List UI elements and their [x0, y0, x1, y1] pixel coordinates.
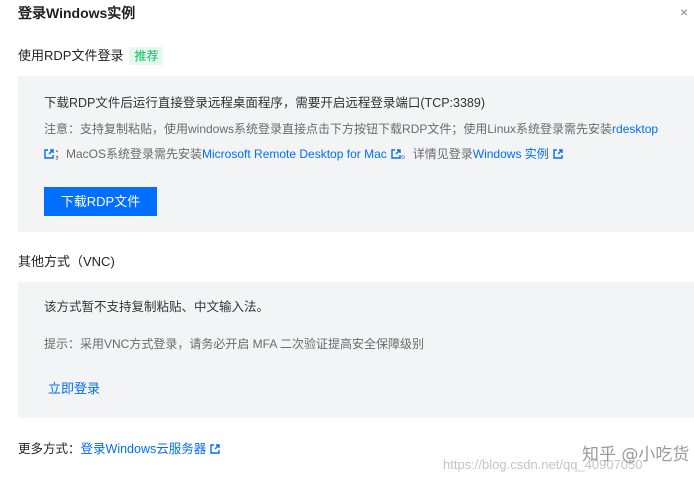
dialog-title: 登录Windows实例 [18, 5, 136, 21]
more-ways-label: 更多方式： [18, 442, 81, 456]
vnc-login-link[interactable]: 立即登录 [48, 380, 100, 398]
rdp-note-mac-prefix: ；MacOS系统登录需先安装 [54, 147, 203, 161]
rdp-note-prefix: 注意：支持复制粘贴，使用windows系统登录直接点击下方按钮下载RDP文件；使… [44, 122, 613, 136]
windows-instance-link[interactable]: Windows 实例 [473, 147, 549, 161]
microsoft-remote-desktop-link[interactable]: Microsoft Remote Desktop for Mac [202, 147, 387, 161]
rdp-note-line-1: 注意：支持复制粘贴，使用windows系统登录直接点击下方按钮下载RDP文件；使… [44, 120, 658, 138]
vnc-description: 该方式暂不支持复制粘贴、中文输入法。 [44, 300, 270, 314]
external-link-icon[interactable] [553, 149, 563, 159]
recommended-badge: 推荐 [129, 47, 164, 65]
close-icon[interactable]: × [680, 2, 694, 22]
rdp-panel: 下载RDP文件后运行直接登录远程桌面程序，需要开启远程登录端口(TCP:3389… [18, 76, 694, 232]
rdp-description: 下载RDP文件后运行直接登录远程桌面程序，需要开启远程登录端口(TCP:3389… [44, 96, 485, 110]
download-rdp-button[interactable]: 下载RDP文件 [44, 187, 157, 216]
rdp-note-detail-prefix: 。详情见登录 [400, 147, 473, 161]
rdp-section-label: 使用RDP文件登录 [18, 48, 124, 63]
login-windows-dialog: 登录Windows实例 × 使用RDP文件登录 推荐 下载RDP文件后运行直接登录… [0, 0, 694, 483]
watermark-zhihu: 知乎 @小吃货 [582, 445, 690, 465]
external-link-icon[interactable] [44, 149, 54, 159]
vnc-tip: 提示：采用VNC方式登录，请务必开启 MFA 二次验证提高安全保障级别 [44, 337, 425, 351]
external-link-icon[interactable] [391, 149, 401, 159]
vnc-section-title: 其他方式（VNC) [18, 254, 115, 269]
login-windows-cloud-server-link[interactable]: 登录Windows云服务器 [81, 442, 207, 456]
rdp-section-title: 使用RDP文件登录 推荐 [18, 47, 164, 65]
external-link-icon[interactable] [210, 444, 220, 454]
rdp-note-line-2: ；MacOS系统登录需先安装Microsoft Remote Desktop f… [44, 145, 563, 163]
rdesktop-link[interactable]: rdesktop [612, 122, 658, 136]
more-ways-row: 更多方式：登录Windows云服务器 [18, 440, 220, 458]
vnc-panel: 该方式暂不支持复制粘贴、中文输入法。 提示：采用VNC方式登录，请务必开启 MF… [18, 282, 694, 418]
